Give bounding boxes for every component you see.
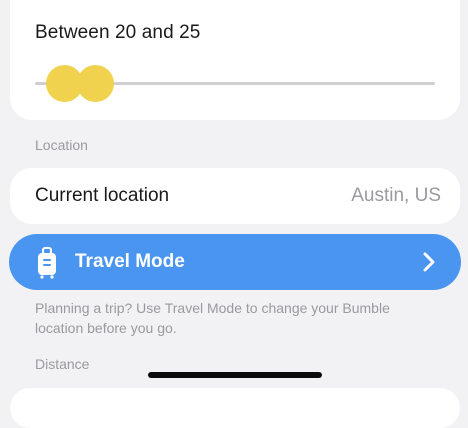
distance-section-header: Distance bbox=[35, 356, 90, 372]
age-max-thumb[interactable] bbox=[77, 65, 114, 102]
home-indicator bbox=[148, 372, 322, 378]
suitcase-icon bbox=[38, 247, 56, 279]
current-location-row[interactable]: Current location Austin, US bbox=[10, 168, 460, 224]
location-section-header: Location bbox=[35, 137, 88, 153]
current-location-value: Austin, US bbox=[351, 185, 441, 206]
chevron-right-icon bbox=[423, 252, 435, 272]
current-location-label: Current location bbox=[35, 185, 170, 206]
travel-mode-button[interactable]: Travel Mode bbox=[9, 234, 461, 290]
distance-card bbox=[10, 388, 460, 428]
travel-mode-help-text: Planning a trip? Use Travel Mode to chan… bbox=[35, 300, 390, 336]
age-range-slider[interactable] bbox=[35, 65, 435, 102]
age-range-label: Between 20 and 25 bbox=[35, 22, 201, 43]
travel-mode-label: Travel Mode bbox=[75, 251, 185, 272]
age-range-card: Between 20 and 25 bbox=[10, 0, 460, 120]
